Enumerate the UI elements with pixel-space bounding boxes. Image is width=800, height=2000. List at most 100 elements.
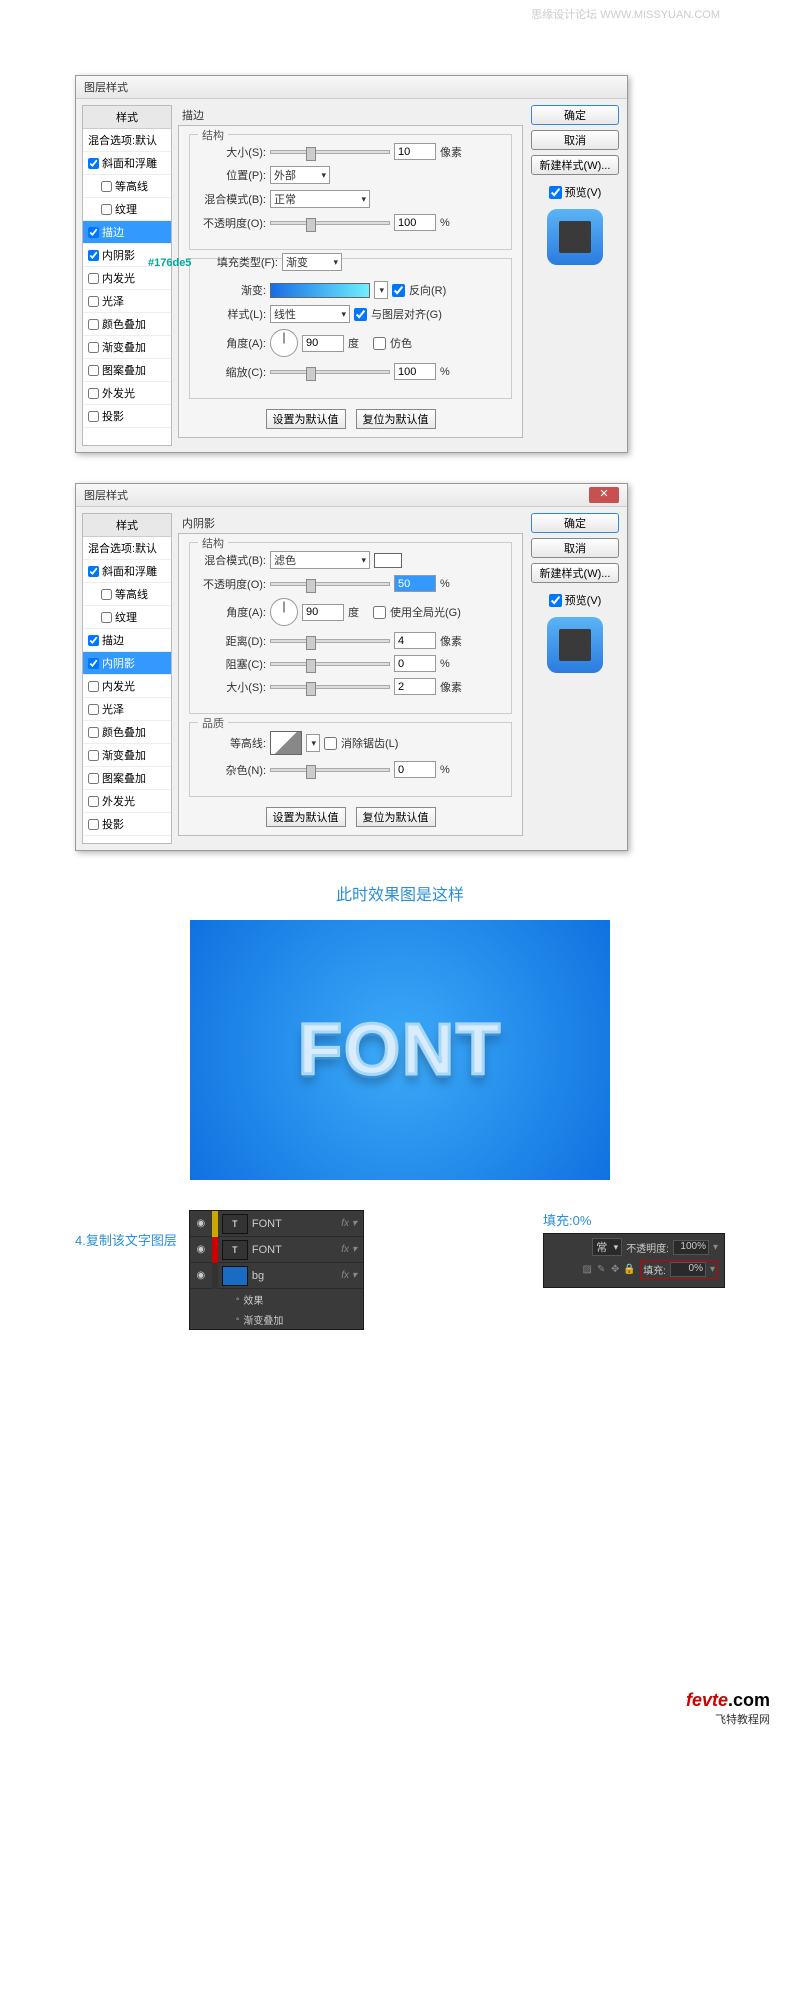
fx-icon[interactable]: fx ▾ xyxy=(341,1218,363,1229)
style-item[interactable]: 外发光 xyxy=(83,382,171,405)
blendmode-dropdown[interactable]: 滤色 xyxy=(270,551,370,569)
antialias-checkbox[interactable] xyxy=(324,737,337,750)
style-checkbox[interactable] xyxy=(88,158,99,169)
gradient-bar[interactable] xyxy=(270,283,370,298)
chevron-down-icon[interactable]: ▾ xyxy=(710,1264,715,1275)
distance-slider[interactable] xyxy=(270,639,390,643)
style-checkbox[interactable] xyxy=(88,681,99,692)
choke-slider[interactable] xyxy=(270,662,390,666)
style-item[interactable]: 斜面和浮雕 xyxy=(83,152,171,175)
reset-default-button[interactable]: 复位为默认值 xyxy=(356,807,436,827)
style-checkbox[interactable] xyxy=(88,388,99,399)
angle-widget[interactable] xyxy=(270,329,298,357)
style-item[interactable]: 投影 xyxy=(83,405,171,428)
cancel-button[interactable]: 取消 xyxy=(531,130,619,150)
chevron-down-icon[interactable]: ▾ xyxy=(713,1242,718,1253)
style-checkbox[interactable] xyxy=(88,658,99,669)
style-checkbox[interactable] xyxy=(88,566,99,577)
close-icon[interactable]: ✕ xyxy=(589,487,619,503)
set-default-button[interactable]: 设置为默认值 xyxy=(266,807,346,827)
new-style-button[interactable]: 新建样式(W)... xyxy=(531,155,619,175)
new-style-button[interactable]: 新建样式(W)... xyxy=(531,563,619,583)
preview-checkbox[interactable] xyxy=(549,186,562,199)
ok-button[interactable]: 确定 xyxy=(531,105,619,125)
style-checkbox[interactable] xyxy=(88,319,99,330)
style-checkbox[interactable] xyxy=(101,204,112,215)
global-light-checkbox[interactable] xyxy=(373,606,386,619)
style-item[interactable]: 内发光 xyxy=(83,675,171,698)
style-checkbox[interactable] xyxy=(101,612,112,623)
style-item[interactable]: 等高线 xyxy=(83,175,171,198)
style-checkbox[interactable] xyxy=(88,342,99,353)
style-item[interactable]: 纹理 xyxy=(83,198,171,221)
size-slider[interactable] xyxy=(270,150,390,154)
opacity-input[interactable] xyxy=(394,214,436,231)
style-item[interactable]: 光泽 xyxy=(83,290,171,313)
layer-row[interactable]: ◉ bg fx ▾ xyxy=(190,1263,363,1289)
style-item[interactable]: 等高线 xyxy=(83,583,171,606)
reset-default-button[interactable]: 复位为默认值 xyxy=(356,409,436,429)
opacity-slider[interactable] xyxy=(270,582,390,586)
color-swatch[interactable] xyxy=(374,553,402,568)
lock-all-icon[interactable]: 🔒 xyxy=(622,1264,636,1275)
style-checkbox[interactable] xyxy=(88,796,99,807)
opacity-slider[interactable] xyxy=(270,221,390,225)
ok-button[interactable]: 确定 xyxy=(531,513,619,533)
scale-slider[interactable] xyxy=(270,370,390,374)
style-item[interactable]: 图案叠加 xyxy=(83,767,171,790)
style-item[interactable]: 渐变叠加 xyxy=(83,336,171,359)
layer-row[interactable]: ◉ T FONT fx ▾ xyxy=(190,1211,363,1237)
opacity-value[interactable]: 100% xyxy=(673,1240,709,1255)
style-item[interactable]: 纹理 xyxy=(83,606,171,629)
style-item[interactable]: 颜色叠加 xyxy=(83,721,171,744)
style-item[interactable]: 光泽 xyxy=(83,698,171,721)
blend-options-row[interactable]: 混合选项:默认 xyxy=(83,537,171,560)
align-checkbox[interactable] xyxy=(354,308,367,321)
noise-input[interactable] xyxy=(394,761,436,778)
fill-value[interactable]: 0% xyxy=(670,1262,706,1277)
style-item[interactable]: 内阴影 xyxy=(83,652,171,675)
style-item[interactable]: 斜面和浮雕 xyxy=(83,560,171,583)
style-checkbox[interactable] xyxy=(88,819,99,830)
style-checkbox[interactable] xyxy=(88,411,99,422)
style-checkbox[interactable] xyxy=(101,181,112,192)
style-item[interactable]: 投影 xyxy=(83,813,171,836)
cancel-button[interactable]: 取消 xyxy=(531,538,619,558)
choke-input[interactable] xyxy=(394,655,436,672)
reverse-checkbox[interactable] xyxy=(392,284,405,297)
style-checkbox[interactable] xyxy=(88,773,99,784)
preview-checkbox[interactable] xyxy=(549,594,562,607)
size-input[interactable] xyxy=(394,143,436,160)
style-item[interactable]: 内发光 xyxy=(83,267,171,290)
style-checkbox[interactable] xyxy=(88,704,99,715)
lock-icon[interactable]: ▨ xyxy=(580,1264,594,1275)
angle-input[interactable] xyxy=(302,335,344,352)
style-checkbox[interactable] xyxy=(88,750,99,761)
style-checkbox[interactable] xyxy=(88,273,99,284)
layer-row[interactable]: ◉ T FONT fx ▾ xyxy=(190,1237,363,1263)
set-default-button[interactable]: 设置为默认值 xyxy=(266,409,346,429)
fx-sub-row[interactable]: ◦ 渐变叠加 xyxy=(190,1309,363,1329)
style-checkbox[interactable] xyxy=(88,227,99,238)
size-input[interactable] xyxy=(394,678,436,695)
eye-icon[interactable]: ◉ xyxy=(190,1244,212,1255)
mode-dropdown[interactable]: 常 xyxy=(592,1238,622,1256)
dither-checkbox[interactable] xyxy=(373,337,386,350)
contour-picker[interactable] xyxy=(270,731,302,755)
eye-icon[interactable]: ◉ xyxy=(190,1218,212,1229)
style-item[interactable]: 外发光 xyxy=(83,790,171,813)
angle-input[interactable] xyxy=(302,604,344,621)
style-checkbox[interactable] xyxy=(88,250,99,261)
style-item[interactable]: 描边 xyxy=(83,629,171,652)
style-item[interactable]: 描边 xyxy=(83,221,171,244)
style-checkbox[interactable] xyxy=(101,589,112,600)
angle-widget[interactable] xyxy=(270,598,298,626)
style-item[interactable]: 颜色叠加 xyxy=(83,313,171,336)
eye-icon[interactable]: ◉ xyxy=(190,1270,212,1281)
style-checkbox[interactable] xyxy=(88,296,99,307)
scale-input[interactable] xyxy=(394,363,436,380)
style-dropdown[interactable]: 线性 xyxy=(270,305,350,323)
opacity-input[interactable] xyxy=(394,575,436,592)
gradient-picker-icon[interactable] xyxy=(374,281,388,299)
fx-row[interactable]: ◦ 效果 xyxy=(190,1289,363,1309)
